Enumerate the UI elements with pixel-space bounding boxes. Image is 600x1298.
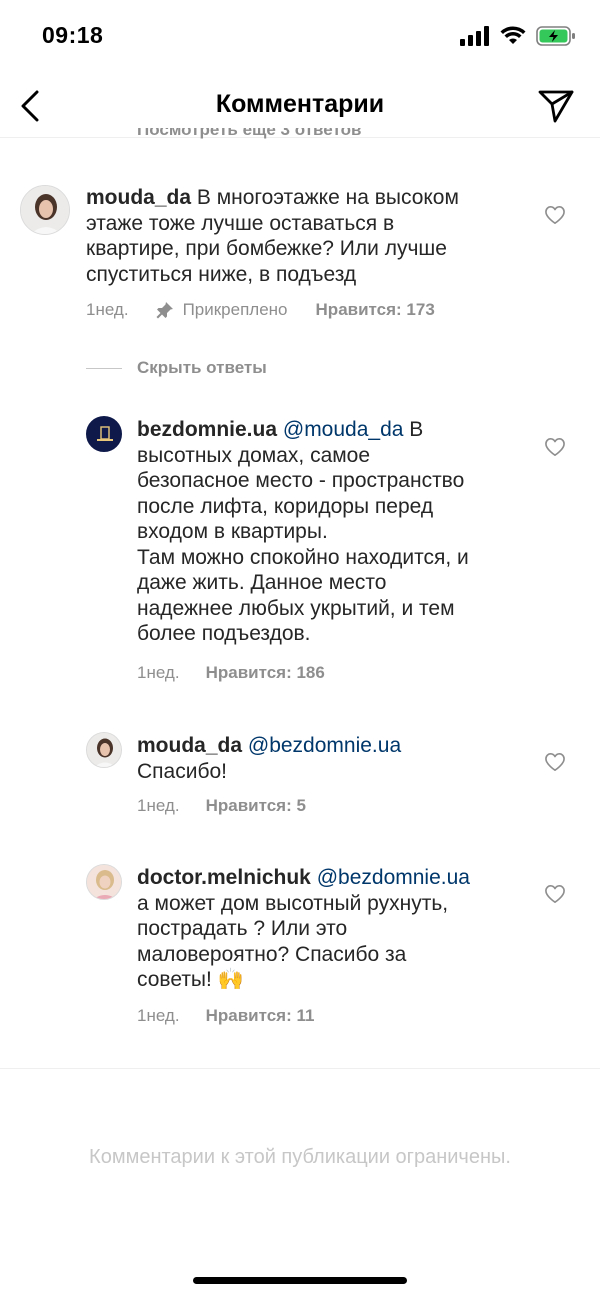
footer-divider xyxy=(0,1068,600,1069)
view-more-replies-link[interactable]: Посмотреть еще 3 ответов xyxy=(137,128,361,140)
reply-meta: 1нед. Нравится: 186 xyxy=(137,663,325,683)
reply-time: 1нед. xyxy=(137,663,180,682)
wifi-icon xyxy=(500,26,526,44)
heart-icon[interactable] xyxy=(544,752,566,772)
reply-mention[interactable]: @bezdomnie.ua xyxy=(317,866,470,889)
share-button[interactable] xyxy=(536,86,576,126)
avatar-image xyxy=(87,417,121,451)
status-time: 09:18 xyxy=(42,22,104,48)
reply-time: 1нед. xyxy=(137,1006,180,1025)
avatar[interactable] xyxy=(20,185,70,235)
reply-mention[interactable]: @mouda_da xyxy=(283,418,404,441)
reply-meta: 1нед. Нравится: 5 xyxy=(137,796,306,816)
comment-meta: 1нед. Прикреплено Нравится: 173 xyxy=(86,300,435,320)
reply-likes[interactable]: Нравится: 186 xyxy=(206,663,325,683)
reply-item: bezdomnie.ua @mouda_da В высотных домах,… xyxy=(0,412,600,692)
status-bar: 09:18 xyxy=(0,0,600,74)
comment-likes[interactable]: Нравится: 173 xyxy=(316,300,435,320)
avatar[interactable] xyxy=(86,416,122,452)
reply-username[interactable]: doctor.melnichuk xyxy=(137,866,311,889)
comment-time: 1нед. xyxy=(86,300,129,319)
reply-text: bezdomnie.ua @mouda_da В высотных домах,… xyxy=(137,418,469,645)
reply-meta: 1нед. Нравится: 11 xyxy=(137,1006,314,1026)
reply-text: doctor.melnichuk @bezdomnie.ua а может д… xyxy=(137,866,470,991)
hide-replies-button[interactable]: Скрыть ответы xyxy=(86,358,267,378)
avatar-image xyxy=(87,733,121,767)
signal-icon xyxy=(460,26,489,46)
avatar[interactable] xyxy=(86,732,122,768)
comment-username[interactable]: mouda_da xyxy=(86,186,191,209)
reply-item: mouda_da @bezdomnie.ua Спасибо! 1нед. Нр… xyxy=(0,730,600,830)
reply-item: doctor.melnichuk @bezdomnie.ua а может д… xyxy=(0,862,600,1042)
avatar-image xyxy=(87,865,121,899)
avatar[interactable] xyxy=(86,864,122,900)
pin-icon xyxy=(156,302,173,319)
reply-username[interactable]: mouda_da xyxy=(137,734,242,757)
reply-text: mouda_da @bezdomnie.ua Спасибо! xyxy=(137,734,402,783)
comments-restricted-notice: Комментарии к этой публикации ограничены… xyxy=(89,1146,511,1168)
comment-item: mouda_da В многоэтажке на высоком этаже … xyxy=(0,180,600,330)
page-title: Комментарии xyxy=(215,90,385,118)
pinned-indicator: Прикреплено xyxy=(155,300,288,320)
battery-charging-icon xyxy=(536,26,575,46)
avatar-image xyxy=(21,186,69,234)
reply-mention[interactable]: @bezdomnie.ua xyxy=(248,734,401,757)
hide-replies-label: Скрыть ответы xyxy=(137,358,267,377)
comment-text: mouda_da В многоэтажке на высоком этаже … xyxy=(86,186,459,286)
reply-likes[interactable]: Нравится: 11 xyxy=(206,1006,315,1026)
heart-icon[interactable] xyxy=(544,205,566,225)
reply-time: 1нед. xyxy=(137,796,180,815)
status-icons xyxy=(460,26,576,46)
home-indicator[interactable] xyxy=(193,1277,407,1284)
divider-line xyxy=(86,367,122,369)
reply-username[interactable]: bezdomnie.ua xyxy=(137,418,277,441)
heart-icon[interactable] xyxy=(544,437,566,457)
paper-plane-icon xyxy=(538,90,574,123)
heart-icon[interactable] xyxy=(544,884,566,904)
reply-likes[interactable]: Нравится: 5 xyxy=(206,796,306,816)
